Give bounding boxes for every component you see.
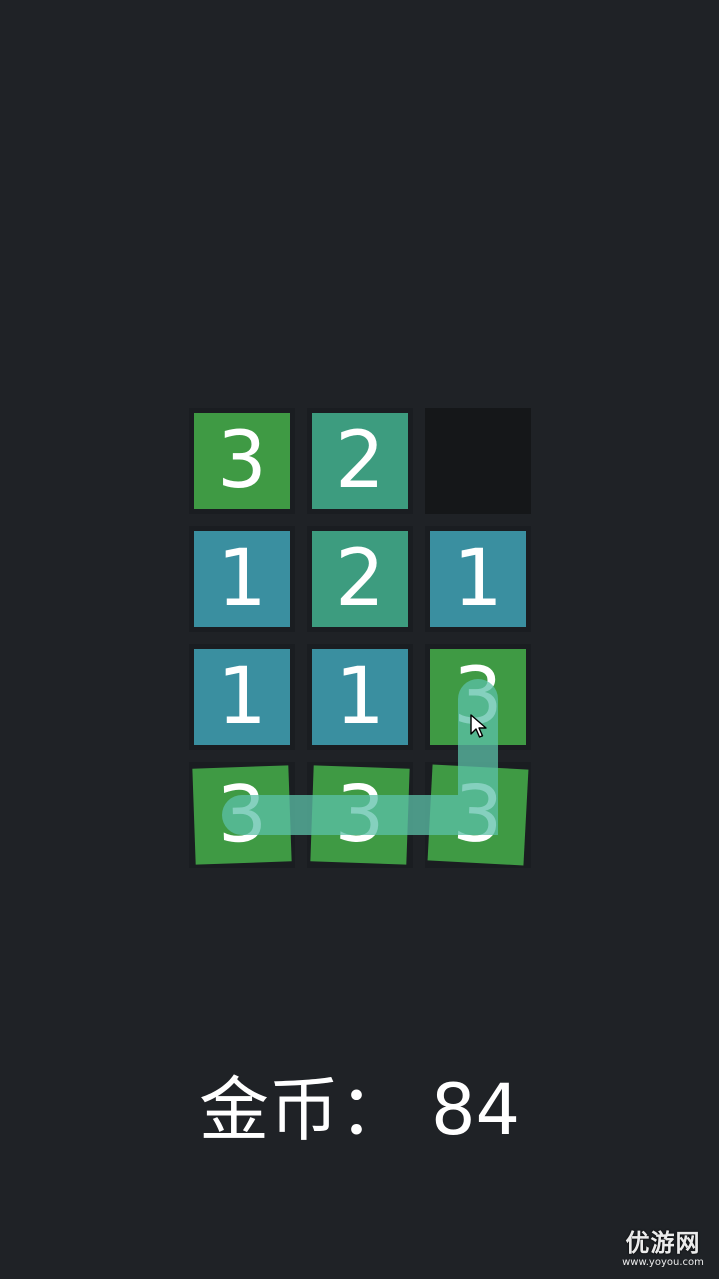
- watermark-text: 优游网: [625, 1229, 701, 1257]
- number-tile[interactable]: 1: [312, 649, 408, 745]
- board-cell[interactable]: 3: [189, 762, 295, 868]
- board-cell[interactable]: 2: [307, 408, 413, 514]
- number-tile[interactable]: 1: [194, 649, 290, 745]
- empty-cell[interactable]: [425, 408, 531, 514]
- board-cell[interactable]: 1: [307, 644, 413, 750]
- number-tile[interactable]: 3: [192, 765, 292, 865]
- number-tile[interactable]: 1: [430, 531, 526, 627]
- number-tile[interactable]: 1: [194, 531, 290, 627]
- site-watermark: 优游网 www.yoyou.com: [613, 1229, 713, 1273]
- watermark-subtext: www.yoyou.com: [622, 1257, 704, 1268]
- game-screen: 32121113333 金币： 84 优游网 www.yoyou.com: [0, 0, 719, 1279]
- board-cell[interactable]: [425, 408, 531, 514]
- number-tile[interactable]: 3: [427, 764, 529, 866]
- board-cell[interactable]: 3: [189, 408, 295, 514]
- board-cell[interactable]: 1: [425, 526, 531, 632]
- board-cell[interactable]: 3: [425, 762, 531, 868]
- board-cell[interactable]: 3: [307, 762, 413, 868]
- coin-counter: 金币： 84: [0, 1070, 719, 1150]
- number-tile[interactable]: 3: [310, 765, 410, 865]
- board-cell[interactable]: 1: [189, 526, 295, 632]
- number-tile[interactable]: 3: [194, 413, 290, 509]
- mouse-pointer-icon: [470, 714, 487, 738]
- coin-value: 84: [430, 1069, 521, 1151]
- number-tile[interactable]: 2: [312, 531, 408, 627]
- board-cell[interactable]: 2: [307, 526, 413, 632]
- number-tile[interactable]: 2: [312, 413, 408, 509]
- board-cell[interactable]: 1: [189, 644, 295, 750]
- coin-label: 金币：: [198, 1069, 409, 1151]
